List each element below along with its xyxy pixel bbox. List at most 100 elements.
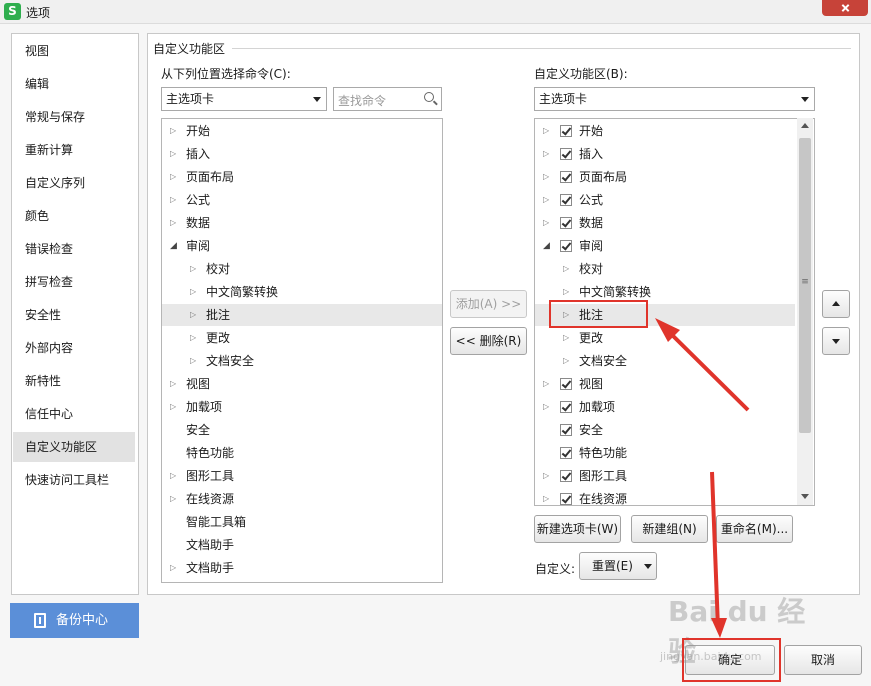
checkbox-checked[interactable] <box>560 401 572 413</box>
expand-icon[interactable]: ▷ <box>170 373 176 395</box>
nav-item[interactable]: 快速访问工具栏 <box>13 465 135 495</box>
tree-row[interactable]: ▷ 插入 <box>535 143 795 165</box>
expand-icon[interactable]: ▷ <box>543 373 549 395</box>
expand-icon[interactable]: ▷ <box>190 350 196 372</box>
tree-row[interactable]: ▷ 校对 <box>162 258 442 280</box>
expand-icon[interactable]: ▷ <box>170 396 176 418</box>
expand-icon[interactable]: ▷ <box>563 327 569 349</box>
tree-row[interactable]: ▷ 开始 <box>535 120 795 142</box>
commands-source-dropdown[interactable]: 主选项卡 <box>161 87 327 111</box>
expand-icon[interactable]: ▷ <box>563 258 569 280</box>
tree-row[interactable]: ▷ 数据 <box>162 212 442 234</box>
tree-row[interactable]: ▷ 视图 <box>535 373 795 395</box>
tree-row[interactable]: ▷ 批注 <box>162 304 442 326</box>
expand-icon[interactable]: ▷ <box>190 258 196 280</box>
tree-row[interactable]: 特色功能 <box>162 442 442 464</box>
nav-item[interactable]: 颜色 <box>13 201 135 231</box>
tree-row[interactable]: ▷ 校对 <box>535 258 795 280</box>
expand-icon[interactable]: ▷ <box>190 304 196 326</box>
tree-row[interactable]: ◢ 审阅 <box>162 235 442 257</box>
nav-item[interactable]: 自定义序列 <box>13 168 135 198</box>
tree-row[interactable]: ◢ 审阅 <box>535 235 795 257</box>
expand-icon[interactable]: ▷ <box>170 189 176 211</box>
expand-icon[interactable]: ▷ <box>543 465 549 487</box>
scroll-up-icon[interactable] <box>801 123 809 128</box>
available-commands-tree[interactable]: ▷ 开始 ▷ 插入 ▷ 页面布局 ▷ 公式 ▷ 数据 ◢ 审阅 ▷ 校对 ▷ 中文简繁转换 ▷ 批注 ▷ 更改 ▷ 文档安… <box>161 118 443 583</box>
move-up-button[interactable] <box>822 290 850 318</box>
tree-row[interactable]: ▷ 开始 <box>162 120 442 142</box>
tree-row[interactable]: ▷ 数据 <box>535 212 795 234</box>
expand-icon[interactable]: ▷ <box>190 281 196 303</box>
expand-icon[interactable]: ▷ <box>543 212 549 234</box>
tree-row[interactable]: ▷ 视图 <box>162 373 442 395</box>
checkbox-checked[interactable] <box>560 447 572 459</box>
scroll-thumb[interactable]: ≡ <box>799 138 811 433</box>
expand-icon[interactable]: ▷ <box>543 189 549 211</box>
tree-row[interactable]: ▷ 更改 <box>535 327 795 349</box>
nav-item[interactable]: 安全性 <box>13 300 135 330</box>
ribbon-tree-scrollbar[interactable]: ≡ <box>797 118 813 505</box>
tree-row[interactable]: 安全 <box>162 419 442 441</box>
tree-row[interactable]: ▷ 插入 <box>162 143 442 165</box>
checkbox-checked[interactable] <box>560 240 572 252</box>
tree-row[interactable]: ▷ 文档助手 <box>162 557 442 579</box>
tree-row[interactable]: 特色功能 <box>535 442 795 464</box>
nav-item[interactable]: 错误检查 <box>13 234 135 264</box>
nav-item[interactable]: 外部内容 <box>13 333 135 363</box>
tree-row[interactable]: ▷ 图形工具 <box>535 465 795 487</box>
tree-row[interactable]: ▷ 公式 <box>535 189 795 211</box>
expand-icon[interactable]: ▷ <box>543 488 549 505</box>
search-commands-input[interactable]: 查找命令 <box>333 87 442 111</box>
nav-item[interactable]: 新特性 <box>13 366 135 396</box>
tree-row[interactable]: 文档助手 <box>162 534 442 556</box>
nav-item[interactable]: 信任中心 <box>13 399 135 429</box>
tree-row[interactable]: ▷ 文档安全 <box>535 350 795 372</box>
expand-icon[interactable]: ▷ <box>190 327 196 349</box>
remove-button[interactable]: << 删除(R) <box>450 327 527 355</box>
nav-item[interactable]: 自定义功能区 <box>13 432 135 462</box>
move-down-button[interactable] <box>822 327 850 355</box>
new-tab-button[interactable]: 新建选项卡(W) <box>534 515 621 543</box>
nav-item[interactable]: 视图 <box>13 36 135 66</box>
tree-row[interactable]: ▷ 文档安全 <box>162 350 442 372</box>
tree-row[interactable]: 安全 <box>535 419 795 441</box>
collapse-icon[interactable]: ◢ <box>543 235 550 257</box>
expand-icon[interactable]: ▷ <box>170 465 176 487</box>
tree-row[interactable]: ▷ 公式 <box>162 189 442 211</box>
rename-button[interactable]: 重命名(M)... <box>716 515 793 543</box>
checkbox-checked[interactable] <box>560 171 572 183</box>
tree-row[interactable]: ▷ 在线资源 <box>162 488 442 510</box>
expand-icon[interactable]: ▷ <box>170 166 176 188</box>
add-button[interactable]: 添加(A) >> <box>450 290 527 318</box>
expand-icon[interactable]: ▷ <box>543 166 549 188</box>
expand-icon[interactable]: ▷ <box>563 350 569 372</box>
checkbox-checked[interactable] <box>560 424 572 436</box>
expand-icon[interactable]: ▷ <box>170 120 176 142</box>
expand-icon[interactable]: ▷ <box>543 120 549 142</box>
expand-icon[interactable]: ▷ <box>170 143 176 165</box>
tree-row[interactable]: ▷ 更改 <box>162 327 442 349</box>
checkbox-checked[interactable] <box>560 378 572 390</box>
close-window-button[interactable] <box>822 0 868 16</box>
new-group-button[interactable]: 新建组(N) <box>631 515 708 543</box>
nav-item[interactable]: 常规与保存 <box>13 102 135 132</box>
expand-icon[interactable]: ▷ <box>543 143 549 165</box>
nav-item[interactable]: 编辑 <box>13 69 135 99</box>
scroll-down-icon[interactable] <box>801 494 809 499</box>
backup-center-button[interactable]: 备份中心 <box>10 603 139 638</box>
checkbox-checked[interactable] <box>560 217 572 229</box>
tree-row[interactable]: ▷ 加载项 <box>162 396 442 418</box>
ribbon-tabs-dropdown[interactable]: 主选项卡 <box>534 87 815 111</box>
tree-row[interactable]: ▷ 页面布局 <box>162 166 442 188</box>
nav-item[interactable]: 重新计算 <box>13 135 135 165</box>
tree-row[interactable]: ▷ 图形工具 <box>162 465 442 487</box>
collapse-icon[interactable]: ◢ <box>170 235 177 257</box>
tree-row[interactable]: ▷ 加载项 <box>535 396 795 418</box>
expand-icon[interactable]: ▷ <box>170 557 176 579</box>
checkbox-checked[interactable] <box>560 493 572 505</box>
checkbox-checked[interactable] <box>560 194 572 206</box>
expand-icon[interactable]: ▷ <box>170 212 176 234</box>
checkbox-checked[interactable] <box>560 148 572 160</box>
tree-row[interactable]: ▷ 中文简繁转换 <box>162 281 442 303</box>
tree-row[interactable]: 智能工具箱 <box>162 511 442 533</box>
